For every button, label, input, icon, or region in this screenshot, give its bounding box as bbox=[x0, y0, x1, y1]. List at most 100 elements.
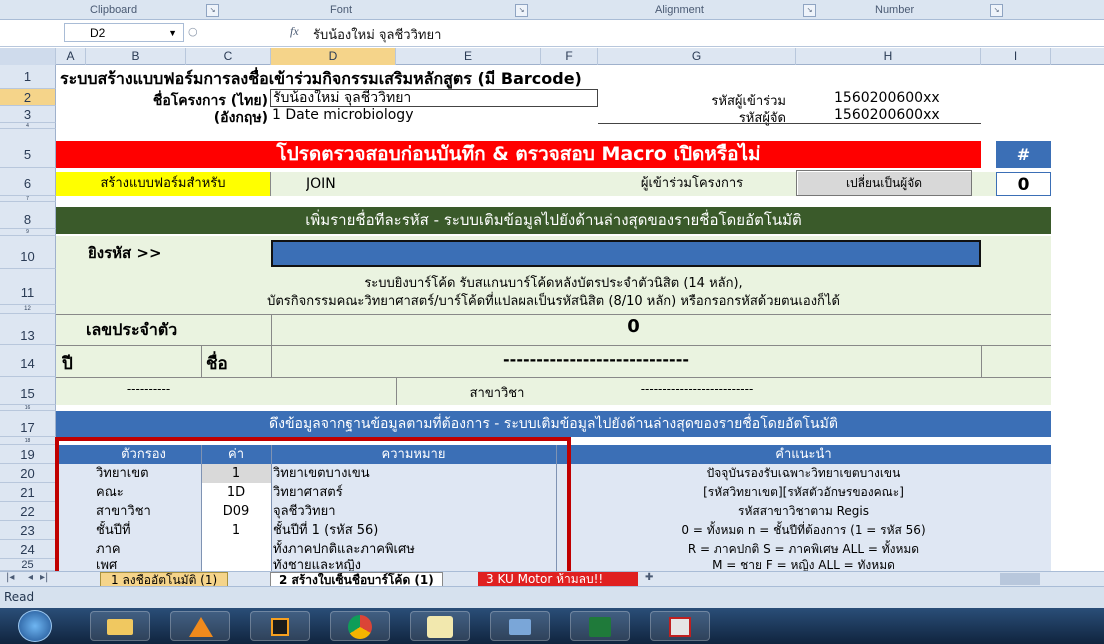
status-bar: Read bbox=[0, 586, 1104, 608]
divider bbox=[56, 345, 1051, 346]
vlc-icon[interactable] bbox=[170, 611, 230, 641]
taskbar bbox=[0, 608, 1104, 644]
fx-icon[interactable]: fx bbox=[290, 24, 299, 39]
namebox-divider-icon: ○ bbox=[188, 25, 198, 38]
column-header[interactable]: F bbox=[541, 48, 598, 65]
first-sheet-icon[interactable]: |◂ bbox=[6, 572, 14, 583]
db-section-header: ดึงข้อมูลจากฐานข้อมูลตามที่ต้องการ - ระบ… bbox=[56, 411, 1051, 437]
font-launcher-icon[interactable]: ↘ bbox=[515, 4, 528, 17]
row-header[interactable]: 13 bbox=[0, 314, 56, 345]
ribbon-group-bar: Clipboard ↘ Font ↘ Alignment ↘ Number ↘ bbox=[0, 0, 1104, 20]
tab-auto-signin[interactable]: 1 ลงชื่ออัตโนมัติ (1) bbox=[100, 572, 229, 587]
row-header[interactable]: 12 bbox=[0, 305, 56, 314]
project-en-input[interactable]: 1 Date microbiology bbox=[272, 107, 413, 123]
row-header[interactable]: 14 bbox=[0, 345, 56, 377]
major-value: -------------------------- bbox=[640, 382, 754, 396]
column-header[interactable]: I bbox=[981, 48, 1051, 65]
prev-sheet-icon[interactable]: ◂ bbox=[28, 572, 33, 583]
major-label: สาขาวิชา bbox=[469, 386, 525, 401]
row-header[interactable]: 19 bbox=[0, 445, 56, 464]
advice-cell: รหัสสาขาวิชาตาม Regis bbox=[738, 504, 869, 518]
row-header[interactable]: 5 bbox=[0, 129, 56, 168]
row-header[interactable]: 9 bbox=[0, 229, 56, 236]
divider bbox=[56, 314, 1051, 315]
alignment-launcher-icon[interactable]: ↘ bbox=[803, 4, 816, 17]
row-header[interactable]: 15 bbox=[0, 377, 56, 405]
column-header[interactable]: G bbox=[598, 48, 796, 65]
tab-ku-motor[interactable]: 3 KU Motor ห้ามลบ!! bbox=[478, 572, 638, 587]
row-header[interactable]: 17 bbox=[0, 411, 56, 437]
hao123-icon[interactable] bbox=[410, 611, 470, 641]
project-th-input[interactable]: รับน้องใหม่ จุลชีววิทยา bbox=[270, 89, 598, 107]
divider bbox=[981, 346, 982, 377]
id-label: เลขประจำตัว bbox=[86, 320, 178, 339]
row-header[interactable]: 6 bbox=[0, 168, 56, 196]
advice-cell: 0 = ทั้งหมด n = ชั้นปีที่ต้องการ (1 = รห… bbox=[681, 523, 926, 537]
year-value: ---------- bbox=[126, 382, 171, 396]
advice-cell: [รหัสวิทยาเขต][รหัสตัวอักษรของคณะ] bbox=[703, 485, 904, 499]
column-header-bar: A B C D E F G H I bbox=[0, 48, 1104, 65]
participant-code-value[interactable]: 1560200600xx bbox=[834, 90, 940, 106]
project-en-label: (อังกฤษ) bbox=[213, 110, 268, 126]
chevron-down-icon[interactable]: ▼ bbox=[168, 24, 177, 43]
number-launcher-icon[interactable]: ↘ bbox=[990, 4, 1003, 17]
new-sheet-icon[interactable]: ✚ bbox=[645, 572, 653, 583]
scan-input[interactable] bbox=[271, 240, 981, 267]
row-header[interactable]: 21 bbox=[0, 483, 56, 502]
row-header[interactable]: 20 bbox=[0, 464, 56, 483]
column-header[interactable]: D bbox=[271, 48, 396, 65]
select-all-corner[interactable] bbox=[0, 48, 56, 65]
tab-barcode-sheet[interactable]: 2 สร้างใบเซ็นชื่อบาร์โค้ด (1) bbox=[270, 572, 443, 587]
ribbon-group-clipboard: Clipboard bbox=[90, 4, 138, 16]
clipboard-launcher-icon[interactable]: ↘ bbox=[206, 4, 219, 17]
ec-app-icon[interactable] bbox=[650, 611, 710, 641]
name-value: ---------------------------- bbox=[503, 350, 689, 369]
join-value[interactable]: JOIN bbox=[306, 172, 336, 196]
divider bbox=[201, 346, 202, 377]
row-header[interactable]: 8 bbox=[0, 202, 56, 229]
row-header[interactable]: 10 bbox=[0, 236, 56, 269]
divider bbox=[56, 377, 1051, 378]
organizer-code-value[interactable]: 1560200600xx bbox=[834, 107, 940, 123]
warning-banner: โปรดตรวจสอบก่อนบันทึก & ตรวจสอบ Macro เป… bbox=[56, 141, 981, 168]
column-header[interactable]: C bbox=[186, 48, 271, 65]
year-label: ปี bbox=[62, 354, 73, 374]
name-box[interactable]: D2 ▼ bbox=[64, 23, 184, 42]
ribbon-group-alignment: Alignment bbox=[655, 4, 704, 16]
start-orb-icon[interactable] bbox=[18, 610, 52, 642]
row-header[interactable]: 1 bbox=[0, 65, 56, 89]
formula-input[interactable]: รับน้องใหม่ จุลชีววิทยา bbox=[313, 24, 441, 45]
horizontal-scrollbar[interactable] bbox=[1000, 573, 1040, 585]
row-header[interactable]: 25 bbox=[0, 559, 56, 571]
row-header[interactable]: 18 bbox=[0, 437, 56, 445]
row-header[interactable]: 23 bbox=[0, 521, 56, 540]
media-player-icon[interactable] bbox=[250, 611, 310, 641]
row-header[interactable]: 11 bbox=[0, 269, 56, 305]
column-header[interactable]: B bbox=[86, 48, 186, 65]
row-header[interactable]: 2 bbox=[0, 89, 56, 106]
advice-cell: M = ชาย F = หญิง ALL = ทั้งหมด bbox=[712, 559, 895, 571]
cell-ref: D2 bbox=[90, 26, 106, 40]
row-header[interactable]: 22 bbox=[0, 502, 56, 521]
row-header[interactable]: 24 bbox=[0, 540, 56, 559]
add-section-header: เพิ่มรายชื่อทีละรหัส - ระบบเติมข้อมูลไปย… bbox=[56, 207, 1051, 234]
divider bbox=[598, 123, 981, 124]
sheet-tab-bar: |◂ ◂ ▸| 1 ลงชื่ออัตโนมัติ (1) 2 สร้างใบเ… bbox=[0, 571, 1104, 587]
formula-bar: D2 ▼ ○ fx รับน้องใหม่ จุลชีววิทยา bbox=[0, 20, 1104, 47]
participant-project-label: ผู้เข้าร่วมโครงการ bbox=[640, 176, 744, 191]
counter-cell: 0 bbox=[996, 172, 1051, 196]
column-header[interactable]: A bbox=[56, 48, 86, 65]
column-header[interactable]: E bbox=[396, 48, 541, 65]
next-sheet-icon[interactable]: ▸| bbox=[40, 572, 48, 583]
row-header[interactable]: 3 bbox=[0, 106, 56, 123]
column-header[interactable]: H bbox=[796, 48, 981, 65]
network-icon[interactable] bbox=[490, 611, 550, 641]
excel-icon[interactable] bbox=[570, 611, 630, 641]
scan-label: ยิงรหัส >> bbox=[88, 244, 162, 262]
advice-cell: R = ภาคปกติ S = ภาคพิเศษ ALL = ทั้งหมด bbox=[687, 542, 920, 556]
file-explorer-icon[interactable] bbox=[90, 611, 150, 641]
ribbon-group-number: Number bbox=[875, 4, 915, 16]
chrome-icon[interactable] bbox=[330, 611, 390, 641]
switch-to-organizer-button[interactable]: เปลี่ยนเป็นผู้จัด bbox=[796, 170, 972, 196]
id-value: 0 bbox=[627, 316, 640, 337]
